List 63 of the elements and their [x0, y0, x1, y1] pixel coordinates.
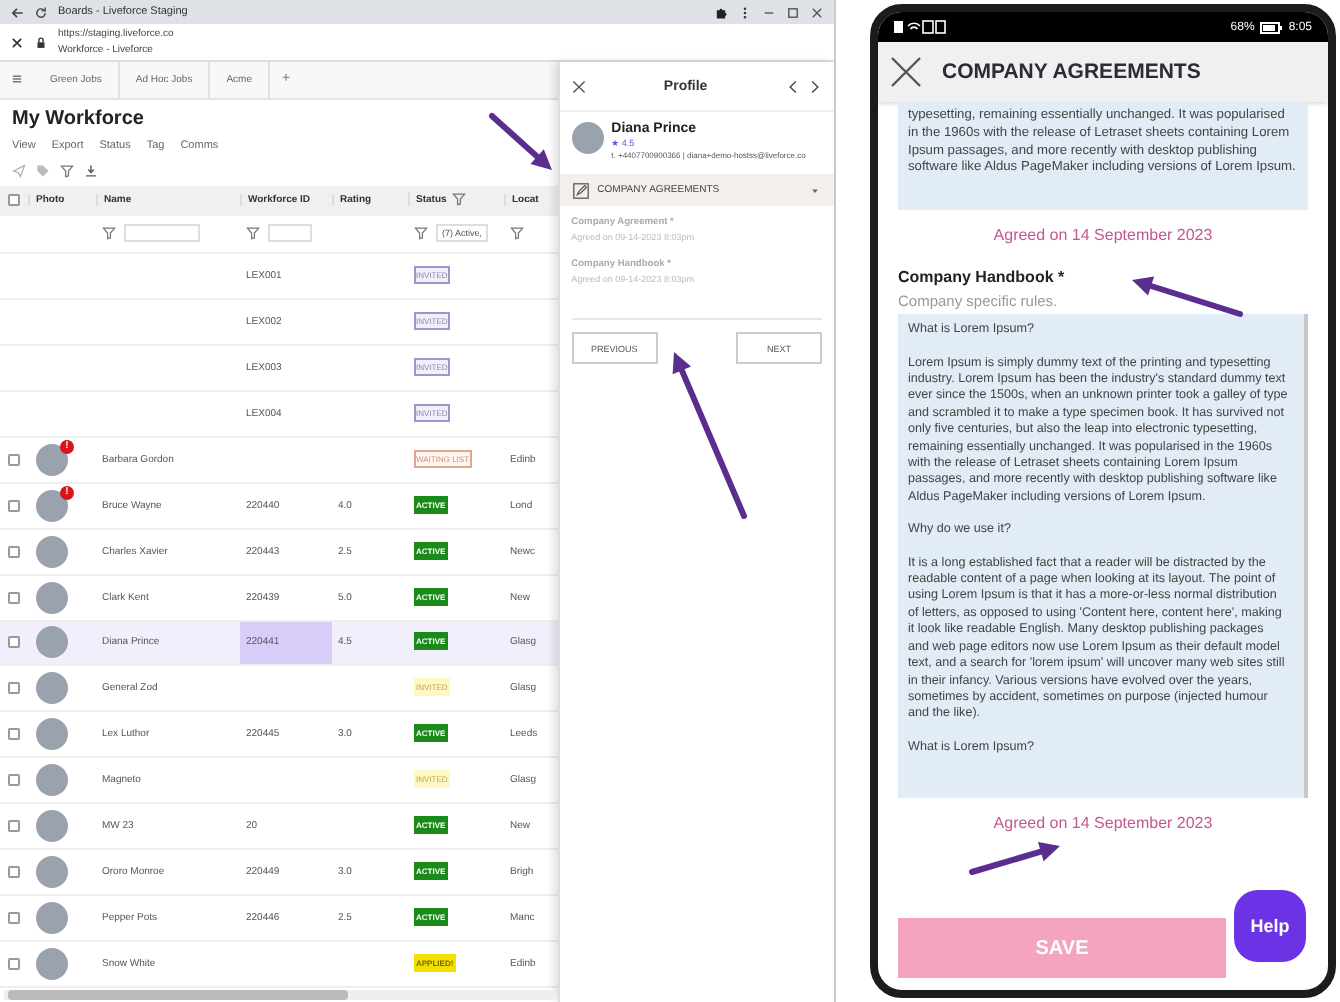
- download-icon[interactable]: [84, 163, 98, 178]
- row-checkbox[interactable]: [8, 499, 20, 512]
- avatar-placeholder: [36, 718, 68, 751]
- close-icon[interactable]: [890, 56, 922, 88]
- close-icon[interactable]: [810, 5, 824, 19]
- close-icon[interactable]: [10, 35, 24, 49]
- annotation-arrow: [969, 842, 1060, 875]
- avatar-placeholder: [36, 902, 68, 935]
- avatar-placeholder: [36, 581, 68, 614]
- annotation-arrow: [489, 113, 552, 170]
- puzzle-piece-icon[interactable]: [714, 5, 728, 19]
- maximize-icon[interactable]: [786, 5, 800, 19]
- annotation-arrow: [1132, 276, 1243, 317]
- edit-icon: [571, 181, 590, 199]
- id-filter-field[interactable]: [268, 224, 312, 243]
- name-filter-field[interactable]: [124, 224, 200, 243]
- next-chevron-icon[interactable]: [808, 79, 822, 93]
- avatar-placeholder: [36, 764, 68, 797]
- row-checkbox[interactable]: [8, 912, 20, 925]
- avatar-placeholder: [36, 443, 68, 476]
- avatar-placeholder: [571, 122, 604, 154]
- row-checkbox[interactable]: [8, 682, 20, 695]
- close-icon[interactable]: [571, 79, 586, 93]
- handbook-text-box[interactable]: [898, 314, 1308, 799]
- lock-icon: [34, 35, 48, 49]
- avatar-placeholder: [36, 856, 68, 889]
- filter-icon[interactable]: [246, 226, 260, 241]
- filter-icon[interactable]: [414, 226, 428, 241]
- filter-icon[interactable]: [510, 226, 524, 241]
- row-checkbox[interactable]: [8, 820, 20, 833]
- handbook-title: Company Handbook *: [898, 268, 1067, 287]
- row-checkbox[interactable]: [8, 591, 20, 604]
- screen-title: COMPANY AGREEMENTS: [942, 60, 1201, 84]
- previous-chevron-icon[interactable]: [786, 79, 800, 93]
- row-checkbox[interactable]: [8, 636, 20, 649]
- row-checkbox[interactable]: [8, 866, 20, 879]
- filter-icon[interactable]: [452, 192, 467, 207]
- filter-icon[interactable]: [102, 226, 116, 241]
- back-arrow-icon[interactable]: [10, 5, 24, 19]
- row-checkbox[interactable]: [8, 774, 20, 787]
- filter-icon[interactable]: [60, 163, 74, 178]
- avatar-placeholder: [36, 626, 68, 659]
- agreed-date: Agreed on 14 September 2023: [991, 814, 1215, 833]
- select-all-checkbox[interactable]: [8, 193, 20, 206]
- page-title: My Workforce: [10, 105, 146, 134]
- avatar-placeholder: [36, 489, 68, 522]
- avatar-placeholder: [36, 948, 68, 981]
- avatar-placeholder: [36, 535, 68, 568]
- refresh-icon[interactable]: [34, 5, 48, 19]
- avatar-placeholder: [36, 810, 68, 843]
- avatar-placeholder: [36, 672, 68, 705]
- row-checkbox[interactable]: [8, 728, 20, 741]
- status-icons: [894, 20, 946, 34]
- horizontal-scrollbar[interactable]: [4, 990, 554, 1001]
- battery-icon: [1260, 21, 1283, 33]
- help-button[interactable]: Help: [1234, 890, 1306, 962]
- send-icon[interactable]: [12, 163, 26, 178]
- row-checkbox[interactable]: [8, 453, 20, 466]
- agreed-date: Agreed on 14 September 2023: [991, 226, 1215, 245]
- row-checkbox[interactable]: [8, 958, 20, 971]
- menu-icon[interactable]: [10, 72, 24, 87]
- row-checkbox[interactable]: [8, 545, 20, 558]
- more-options-icon[interactable]: [738, 5, 752, 19]
